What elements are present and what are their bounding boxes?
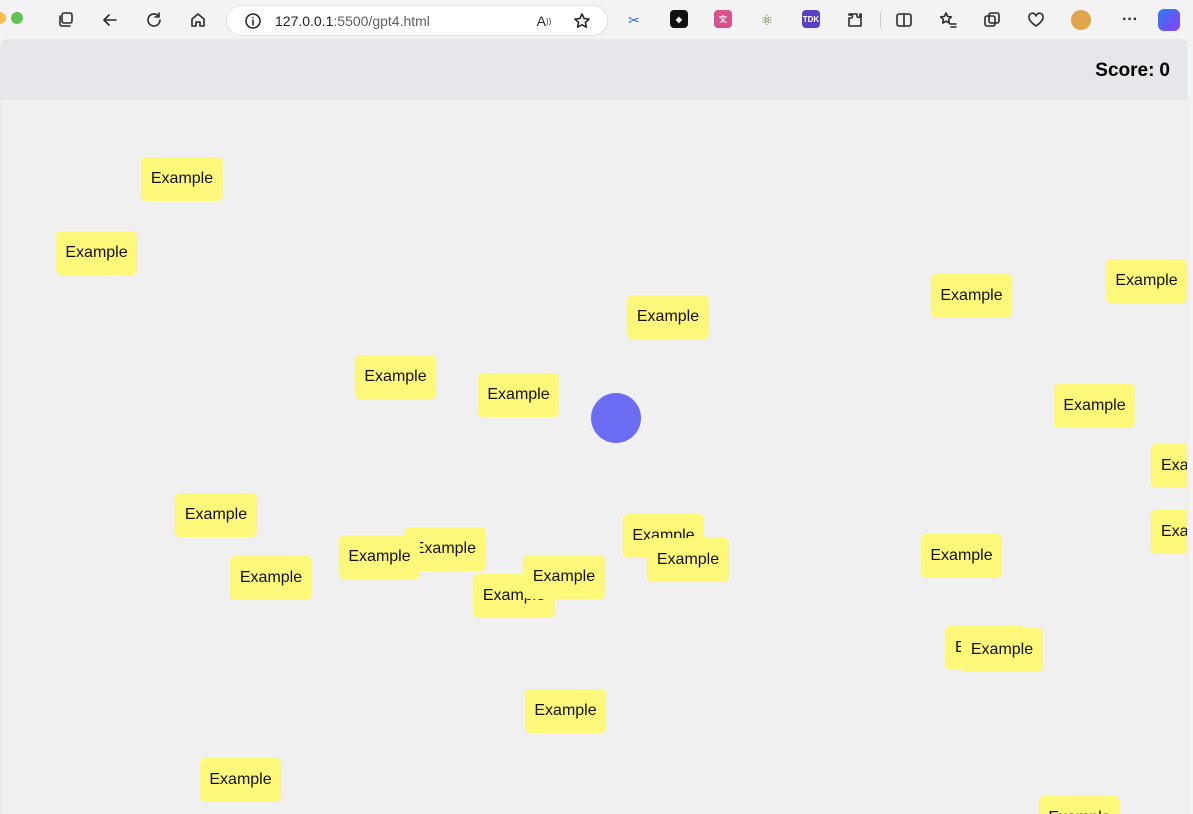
falling-word[interactable]: Example (647, 538, 729, 582)
url-text[interactable]: 127.0.0.1:5500/gpt4.html (275, 13, 430, 29)
collections-icon[interactable] (980, 8, 1004, 32)
falling-word[interactable]: Example (523, 555, 605, 599)
falling-word[interactable]: Example (1054, 384, 1135, 428)
tab-actions-icon[interactable] (54, 8, 78, 32)
player-ball[interactable] (591, 393, 641, 443)
game-header: Score: 0 (1, 40, 1187, 100)
browser-essentials-icon[interactable] (1024, 8, 1048, 32)
falling-word[interactable]: Example (141, 157, 223, 201)
url-path: :5500/gpt4.html (333, 13, 430, 29)
score-label: Score: (1095, 60, 1155, 81)
score-display: Score: 0 (1095, 60, 1170, 82)
scissors-extension-icon[interactable]: ✂ (622, 8, 646, 32)
falling-word[interactable]: Example (56, 231, 137, 275)
site-info-icon[interactable] (241, 9, 265, 33)
falling-word[interactable]: Example (200, 758, 281, 802)
falling-word[interactable]: Example (339, 535, 420, 579)
mask-extension-icon[interactable]: ◆ (670, 10, 688, 28)
falling-word[interactable]: Example (627, 295, 709, 339)
falling-word[interactable]: Example (478, 373, 559, 417)
toolbar-separator (880, 12, 881, 28)
refresh-icon[interactable] (142, 8, 166, 32)
window-minimize-dot[interactable] (0, 12, 6, 24)
translate-extension-icon[interactable]: 文 (714, 10, 732, 28)
falling-word[interactable]: Example (931, 274, 1012, 318)
split-screen-icon[interactable] (892, 8, 916, 32)
home-icon[interactable] (186, 8, 210, 32)
falling-word[interactable]: Example (1039, 796, 1120, 814)
profile-avatar-icon[interactable] (1069, 8, 1093, 32)
browser-toolbar: 127.0.0.1:5500/gpt4.html A)) ✂ ◆ 文 ⚛ TDK… (0, 0, 1193, 40)
address-bar[interactable]: 127.0.0.1:5500/gpt4.html A)) (226, 5, 608, 36)
falling-word[interactable]: Example (1151, 510, 1187, 554)
atom-extension-icon[interactable]: ⚛ (755, 8, 779, 32)
read-aloud-icon[interactable]: A)) (532, 9, 556, 33)
url-host: 127.0.0.1 (275, 13, 334, 29)
falling-word[interactable]: Example (1151, 444, 1187, 488)
falling-word[interactable]: Example (355, 355, 436, 399)
more-options-icon[interactable]: ··· (1118, 8, 1142, 32)
falling-word[interactable]: Example (921, 534, 1002, 578)
falling-word[interactable]: Example (1106, 259, 1187, 303)
favorite-star-icon[interactable] (570, 9, 594, 33)
falling-word[interactable]: Example (525, 689, 606, 733)
falling-word[interactable]: Example (230, 556, 312, 600)
tdk-extension-icon[interactable]: TDK (802, 10, 820, 28)
read-aloud-label: A (536, 13, 546, 29)
score-value: 0 (1159, 60, 1170, 81)
game-viewport: Score: 0 Example Example Example Example … (1, 40, 1187, 814)
window-maximize-dot[interactable] (11, 12, 23, 24)
extensions-puzzle-icon[interactable] (843, 8, 867, 32)
back-arrow-icon[interactable] (98, 8, 122, 32)
falling-word[interactable]: Example (961, 628, 1043, 672)
falling-word[interactable]: Example (175, 493, 257, 537)
copilot-icon[interactable] (1157, 8, 1181, 32)
favorites-icon[interactable] (936, 8, 960, 32)
